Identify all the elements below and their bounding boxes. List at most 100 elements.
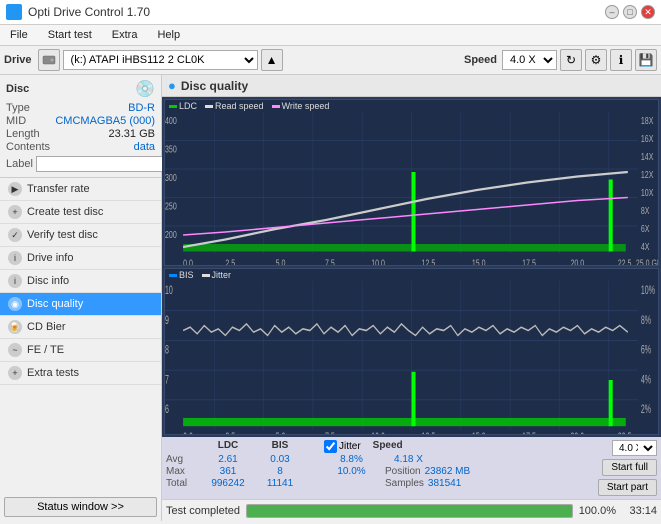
svg-text:12.5: 12.5 bbox=[422, 257, 436, 266]
close-button[interactable]: ✕ bbox=[641, 5, 655, 19]
svg-text:22.5: 22.5 bbox=[618, 257, 632, 266]
write-speed-legend-dot bbox=[272, 105, 280, 108]
stats-total-bis: 11141 bbox=[255, 478, 305, 489]
sidebar-item-verify-test-disc[interactable]: ✓ Verify test disc bbox=[0, 224, 161, 247]
disc-length-value: 23.31 GB bbox=[109, 128, 155, 140]
menu-help[interactable]: Help bbox=[151, 27, 186, 43]
svg-text:5.0: 5.0 bbox=[276, 257, 286, 266]
svg-text:15.0: 15.0 bbox=[472, 257, 486, 266]
disc-quality-header-title: Disc quality bbox=[181, 79, 248, 93]
refresh-button[interactable]: ↻ bbox=[560, 49, 582, 71]
stats-col-bis-header: BIS bbox=[255, 440, 305, 453]
status-time: 33:14 bbox=[622, 505, 657, 517]
svg-text:8: 8 bbox=[165, 344, 169, 357]
disc-quality-icon: ◉ bbox=[8, 297, 22, 311]
status-window-button[interactable]: Status window >> bbox=[4, 497, 157, 517]
status-percent: 100.0% bbox=[579, 505, 616, 517]
stats-col-spacer bbox=[307, 440, 322, 453]
charts-container: LDC Read speed Write speed bbox=[162, 97, 661, 437]
svg-text:2.5: 2.5 bbox=[225, 431, 235, 435]
sidebar-item-create-test-disc[interactable]: + Create test disc bbox=[0, 201, 161, 224]
svg-text:7.5: 7.5 bbox=[325, 257, 335, 266]
sidebar-item-extra-tests[interactable]: + Extra tests bbox=[0, 362, 161, 385]
disc-info-panel: Disc 💿 Type BD-R MID CMCMAGBA5 (000) Len… bbox=[0, 75, 161, 178]
svg-text:7: 7 bbox=[165, 374, 169, 387]
disc-panel-title: Disc bbox=[6, 83, 29, 95]
svg-text:400: 400 bbox=[165, 115, 177, 127]
nav-label-drive-info: Drive info bbox=[27, 252, 73, 264]
disc-label-input[interactable] bbox=[36, 156, 174, 172]
read-speed-legend-label: Read speed bbox=[215, 101, 264, 111]
bis-chart-legend: BIS Jitter bbox=[165, 269, 658, 281]
right-controls: 4.0 X Start full Start part bbox=[598, 440, 657, 496]
bis-legend-dot bbox=[169, 274, 177, 277]
speed-label: Speed bbox=[464, 54, 497, 66]
disc-type-value: BD-R bbox=[128, 102, 155, 114]
app-icon bbox=[6, 4, 22, 20]
disc-label-label: Label bbox=[6, 158, 33, 170]
sidebar-item-cd-bier[interactable]: 🍺 CD Bier bbox=[0, 316, 161, 339]
menu-start-test[interactable]: Start test bbox=[42, 27, 98, 43]
stats-total-ldc: 996242 bbox=[203, 478, 253, 489]
main-layout: Disc 💿 Type BD-R MID CMCMAGBA5 (000) Len… bbox=[0, 75, 661, 521]
jitter-checkbox[interactable] bbox=[324, 440, 337, 453]
sidebar-item-disc-info[interactable]: i Disc info bbox=[0, 270, 161, 293]
stats-avg-ldc: 2.61 bbox=[203, 454, 253, 465]
statusbar: Test completed 100.0% 33:14 bbox=[162, 499, 661, 521]
svg-text:8%: 8% bbox=[641, 314, 652, 327]
stats-samples-value: 381541 bbox=[428, 478, 461, 489]
disc-mid-value: CMCMAGBA5 (000) bbox=[55, 115, 155, 127]
sidebar-item-disc-quality[interactable]: ◉ Disc quality bbox=[0, 293, 161, 316]
svg-text:200: 200 bbox=[165, 229, 177, 241]
drive-selector: (k:) ATAPI iHBS112 2 CL0K ▲ bbox=[38, 49, 452, 71]
menu-extra[interactable]: Extra bbox=[106, 27, 144, 43]
sidebar-item-transfer-rate[interactable]: ▶ Transfer rate bbox=[0, 178, 161, 201]
stats-max-jitter: 10.0% bbox=[324, 466, 379, 477]
minimize-button[interactable]: – bbox=[605, 5, 619, 19]
sidebar-item-fe-te[interactable]: ~ FE / TE bbox=[0, 339, 161, 362]
settings-button[interactable]: ⚙ bbox=[585, 49, 607, 71]
disc-length-label: Length bbox=[6, 128, 40, 140]
drive-dropdown[interactable]: (k:) ATAPI iHBS112 2 CL0K bbox=[63, 50, 258, 70]
disc-mid-label: MID bbox=[6, 115, 26, 127]
sidebar-item-drive-info[interactable]: i Drive info bbox=[0, 247, 161, 270]
start-part-button[interactable]: Start part bbox=[598, 479, 657, 496]
disc-quality-header-icon: ● bbox=[168, 78, 176, 93]
svg-text:10%: 10% bbox=[641, 285, 655, 298]
menu-file[interactable]: File bbox=[4, 27, 34, 43]
svg-text:20.0: 20.0 bbox=[570, 257, 584, 266]
transfer-rate-icon: ▶ bbox=[8, 182, 22, 196]
svg-text:10.0: 10.0 bbox=[371, 257, 385, 266]
ldc-chart-svg: 400 350 300 250 200 18X 16X 14X 12X 10X … bbox=[165, 112, 658, 266]
progress-bar-container bbox=[246, 504, 573, 518]
save-button[interactable]: 💾 bbox=[635, 49, 657, 71]
maximize-button[interactable]: □ bbox=[623, 5, 637, 19]
speed-dropdown[interactable]: 4.0 X bbox=[502, 50, 557, 70]
svg-text:250: 250 bbox=[165, 200, 177, 212]
svg-text:300: 300 bbox=[165, 172, 177, 184]
create-test-disc-icon: + bbox=[8, 205, 22, 219]
chart-speed-dropdown[interactable]: 4.0 X bbox=[612, 440, 657, 456]
stats-max-label: Max bbox=[166, 466, 201, 477]
bis-chart-svg: 10 9 8 7 6 10% 8% 6% 4% 2% 0.0 2.5 5.0 7… bbox=[165, 281, 658, 435]
svg-text:6%: 6% bbox=[641, 344, 652, 357]
ldc-legend-dot bbox=[169, 105, 177, 108]
nav-label-disc-quality: Disc quality bbox=[27, 298, 83, 310]
stats-col-empty bbox=[166, 440, 201, 453]
nav-label-disc-info: Disc info bbox=[27, 275, 69, 287]
svg-text:2.5: 2.5 bbox=[225, 257, 235, 266]
fe-te-icon: ~ bbox=[8, 343, 22, 357]
start-full-button[interactable]: Start full bbox=[602, 459, 657, 476]
svg-text:350: 350 bbox=[165, 143, 177, 155]
verify-test-disc-icon: ✓ bbox=[8, 228, 22, 242]
svg-text:6: 6 bbox=[165, 403, 169, 416]
status-text: Test completed bbox=[166, 505, 240, 517]
svg-text:4%: 4% bbox=[641, 374, 652, 387]
svg-text:17.5: 17.5 bbox=[522, 431, 536, 435]
eject-button[interactable]: ▲ bbox=[261, 49, 283, 71]
ldc-chart: LDC Read speed Write speed bbox=[164, 99, 659, 266]
info-button[interactable]: ℹ bbox=[610, 49, 632, 71]
svg-text:25.0 GB: 25.0 GB bbox=[636, 257, 658, 266]
content-area: ● Disc quality LDC Read speed bbox=[162, 75, 661, 521]
svg-text:2%: 2% bbox=[641, 403, 652, 416]
